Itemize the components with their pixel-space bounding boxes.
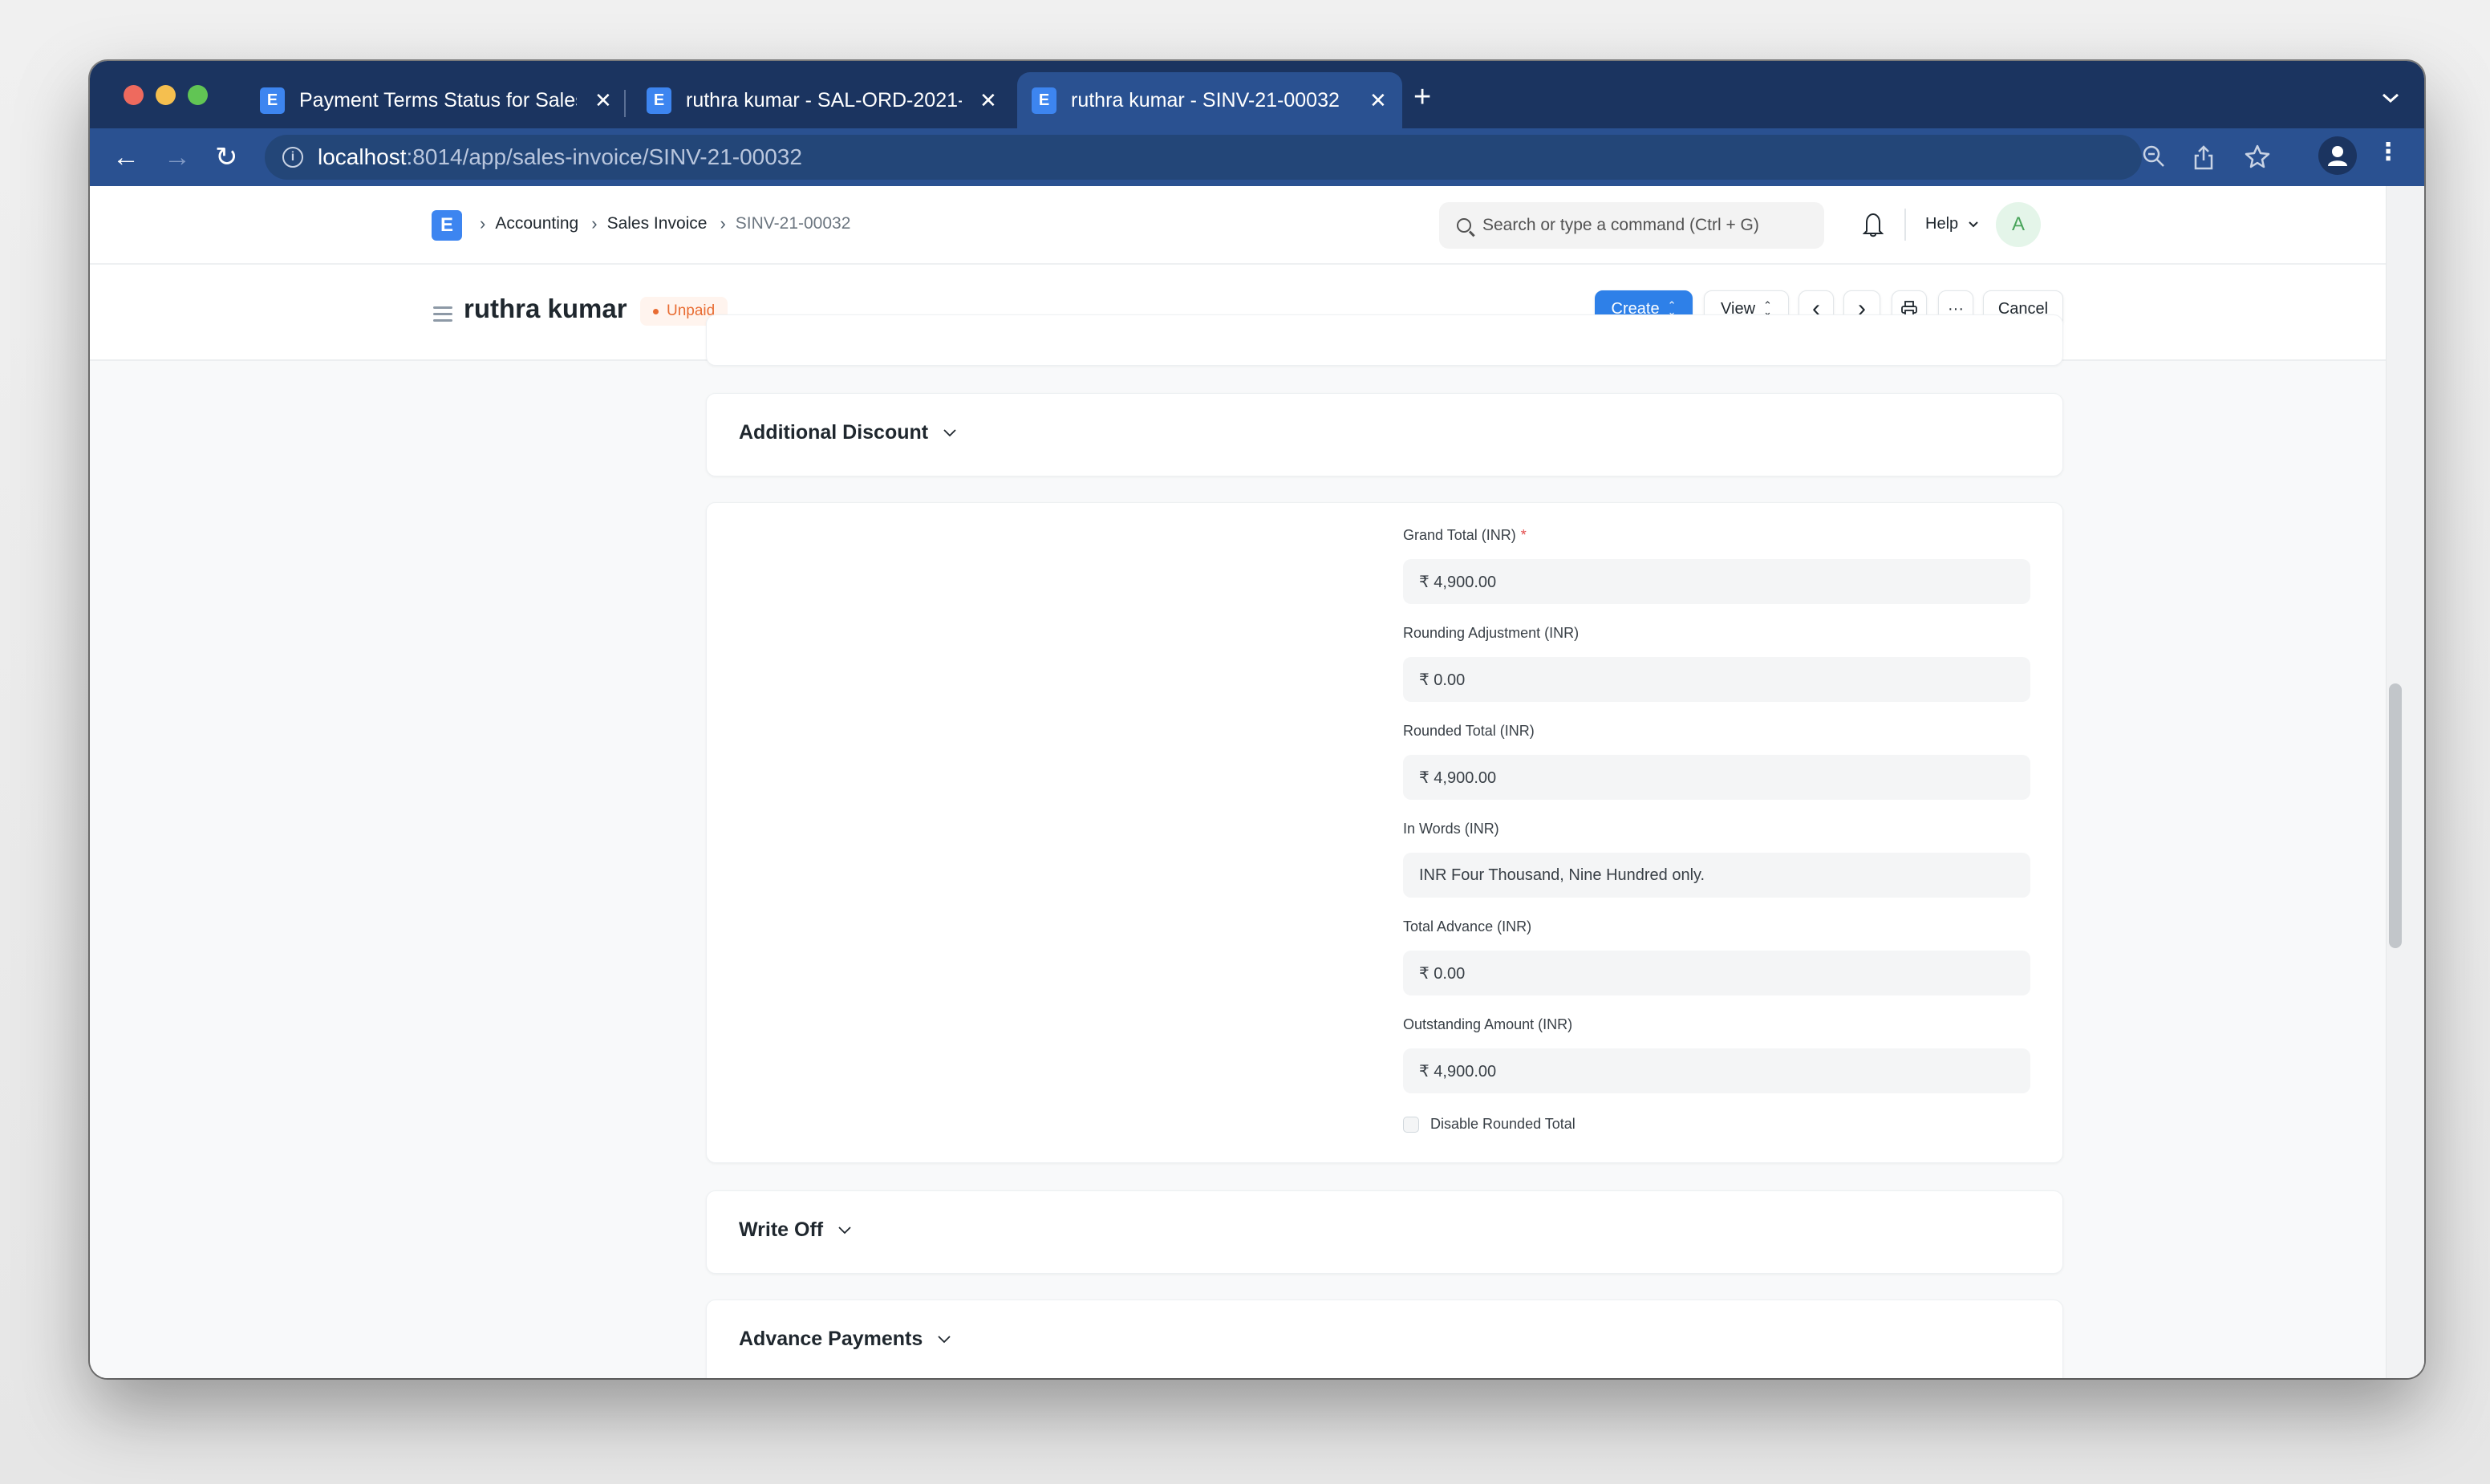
tab-title: ruthra kumar - SINV-21-00032	[1071, 88, 1340, 112]
field-outstanding-amount: Outstanding Amount (INR) ₹ 4,900.00	[1403, 1016, 2030, 1093]
erpnext-favicon-icon: E	[647, 87, 671, 114]
section-header[interactable]: Additional Discount	[739, 421, 957, 444]
chevron-down-icon	[838, 1226, 851, 1234]
section-header[interactable]: Advance Payments	[739, 1328, 951, 1351]
search-icon	[1457, 218, 1471, 233]
select-arrows-icon: ⌃ ⌄	[1667, 299, 1677, 318]
back-arrow-icon[interactable]: ←	[112, 141, 140, 173]
field-label: Outstanding Amount (INR)	[1403, 1016, 1573, 1032]
section-additional-discount[interactable]: Additional Discount	[706, 393, 2063, 476]
address-bar[interactable]: i localhost:8014/app/sales-invoice/SINV-…	[265, 135, 2270, 180]
field-label: Rounding Adjustment (INR)	[1403, 625, 1580, 641]
window-controls	[124, 85, 208, 105]
required-asterisk: *	[1520, 527, 1527, 543]
browser-menu-icon[interactable]: ⋮	[2376, 138, 2400, 166]
field-rounding-adjustment: Rounding Adjustment (INR) ₹ 0.00	[1403, 625, 2030, 702]
awesomebar-search-input[interactable]: Search or type a command (Ctrl + G)	[1439, 202, 1824, 249]
bookmark-star-icon[interactable]	[2245, 144, 2270, 174]
chevron-down-icon	[1968, 221, 1978, 228]
site-info-icon[interactable]: i	[282, 147, 303, 168]
close-tab-icon[interactable]: ✕	[594, 88, 612, 113]
field-rounded-total: Rounded Total (INR) ₹ 4,900.00	[1403, 723, 2030, 800]
select-arrows-icon: ⌃ ⌄	[1763, 299, 1772, 318]
minimize-window-button[interactable]	[156, 85, 176, 105]
erpnext-favicon-icon: E	[1032, 87, 1056, 114]
url-host: localhost	[318, 144, 407, 169]
browser-tab-payment-terms[interactable]: E Payment Terms Status for Sales ✕	[245, 72, 629, 128]
browser-window: E Payment Terms Status for Sales ✕ E rut…	[90, 61, 2424, 1378]
erpnext-favicon-icon: E	[260, 87, 285, 114]
in-words-value[interactable]: INR Four Thousand, Nine Hundred only.	[1403, 853, 2030, 898]
sidebar-toggle-hamburger-icon[interactable]	[433, 306, 452, 326]
help-dropdown[interactable]: Help	[1925, 215, 1979, 233]
rounding-adjustment-value[interactable]: ₹ 0.00	[1403, 657, 2030, 702]
zoom-out-icon[interactable]	[2142, 144, 2166, 174]
disable-rounded-total-checkbox[interactable]	[1403, 1116, 1419, 1133]
new-tab-button[interactable]: +	[1413, 82, 1431, 112]
url-path: :8014/app/sales-invoice/SINV-21-00032	[406, 144, 802, 169]
breadcrumb-current-document[interactable]: SINV-21-00032	[736, 214, 851, 233]
grand-total-value[interactable]: ₹ 4,900.00	[1403, 559, 2030, 604]
browser-tab-sales-order[interactable]: E ruthra kumar - SAL-ORD-2021- ✕	[632, 72, 1014, 128]
help-label: Help	[1925, 215, 1959, 233]
app-logo-icon[interactable]: E	[432, 210, 462, 241]
search-placeholder: Search or type a command (Ctrl + G)	[1482, 216, 1759, 234]
previous-section-card	[706, 314, 2063, 366]
outstanding-amount-value[interactable]: ₹ 4,900.00	[1403, 1048, 2030, 1093]
user-avatar[interactable]: A	[1996, 202, 2041, 247]
breadcrumb-separator-icon: ›	[591, 213, 598, 233]
field-grand-total: Grand Total (INR) * ₹ 4,900.00	[1403, 527, 2030, 604]
section-title: Advance Payments	[739, 1328, 923, 1350]
section-title: Additional Discount	[739, 421, 929, 444]
total-advance-value[interactable]: ₹ 0.00	[1403, 951, 2030, 995]
tab-title: Payment Terms Status for Sales	[299, 88, 577, 112]
notification-bell-icon[interactable]	[1862, 212, 1884, 241]
section-advance-payments[interactable]: Advance Payments	[706, 1300, 2063, 1378]
close-tab-icon[interactable]: ✕	[979, 88, 997, 113]
breadcrumb-accounting[interactable]: Accounting	[495, 214, 578, 233]
navbar-divider	[1904, 209, 1906, 241]
close-window-button[interactable]	[124, 85, 144, 105]
section-totals: Grand Total (INR) * ₹ 4,900.00 Rounding A…	[706, 502, 2063, 1163]
page-scrollbar-thumb[interactable]	[2389, 683, 2402, 948]
browser-toolbar: ← → ↻ i localhost:8014/app/sales-invoice…	[90, 128, 2424, 186]
app-navbar: E › Accounting › Sales Invoice › SINV-21…	[90, 186, 2386, 265]
breadcrumb: › Accounting › Sales Invoice › SINV-21-0…	[480, 213, 863, 234]
maximize-window-button[interactable]	[188, 85, 208, 105]
rounded-total-value[interactable]: ₹ 4,900.00	[1403, 755, 2030, 800]
breadcrumb-sales-invoice[interactable]: Sales Invoice	[607, 214, 708, 233]
forward-arrow-icon[interactable]: →	[164, 141, 191, 173]
section-title: Write Off	[739, 1218, 824, 1241]
breadcrumb-separator-icon: ›	[480, 213, 486, 233]
close-tab-icon[interactable]: ✕	[1369, 88, 1387, 113]
field-in-words: In Words (INR) INR Four Thousand, Nine H…	[1403, 821, 2030, 898]
disable-rounded-total-row[interactable]: Disable Rounded Total	[1403, 1116, 1576, 1133]
field-label: In Words (INR)	[1403, 821, 1499, 837]
field-label: Total Advance (INR)	[1403, 918, 1532, 935]
app-viewport: E › Accounting › Sales Invoice › SINV-21…	[90, 186, 2424, 1378]
chevron-down-icon	[943, 428, 956, 436]
status-dot-icon	[653, 308, 659, 314]
page-title: ruthra kumar	[464, 294, 627, 323]
field-total-advance: Total Advance (INR) ₹ 0.00	[1403, 918, 2030, 995]
field-label: Grand Total (INR) *	[1403, 527, 1527, 543]
section-write-off[interactable]: Write Off	[706, 1190, 2063, 1274]
breadcrumb-separator-icon: ›	[720, 213, 726, 233]
checkbox-label: Disable Rounded Total	[1430, 1116, 1576, 1132]
browser-tab-sales-invoice[interactable]: E ruthra kumar - SINV-21-00032 ✕	[1017, 72, 1402, 128]
tab-title: ruthra kumar - SAL-ORD-2021-	[686, 88, 962, 112]
tab-separator	[624, 90, 626, 117]
field-label: Rounded Total (INR)	[1403, 723, 1535, 739]
section-header[interactable]: Write Off	[739, 1218, 852, 1242]
reload-icon[interactable]: ↻	[215, 141, 238, 173]
tab-search-chevron-icon[interactable]	[2381, 85, 2400, 110]
chevron-down-icon	[938, 1335, 951, 1343]
tab-strip: E Payment Terms Status for Sales ✕ E rut…	[90, 61, 2424, 128]
share-icon[interactable]	[2193, 144, 2214, 176]
profile-icon[interactable]	[2318, 136, 2357, 175]
